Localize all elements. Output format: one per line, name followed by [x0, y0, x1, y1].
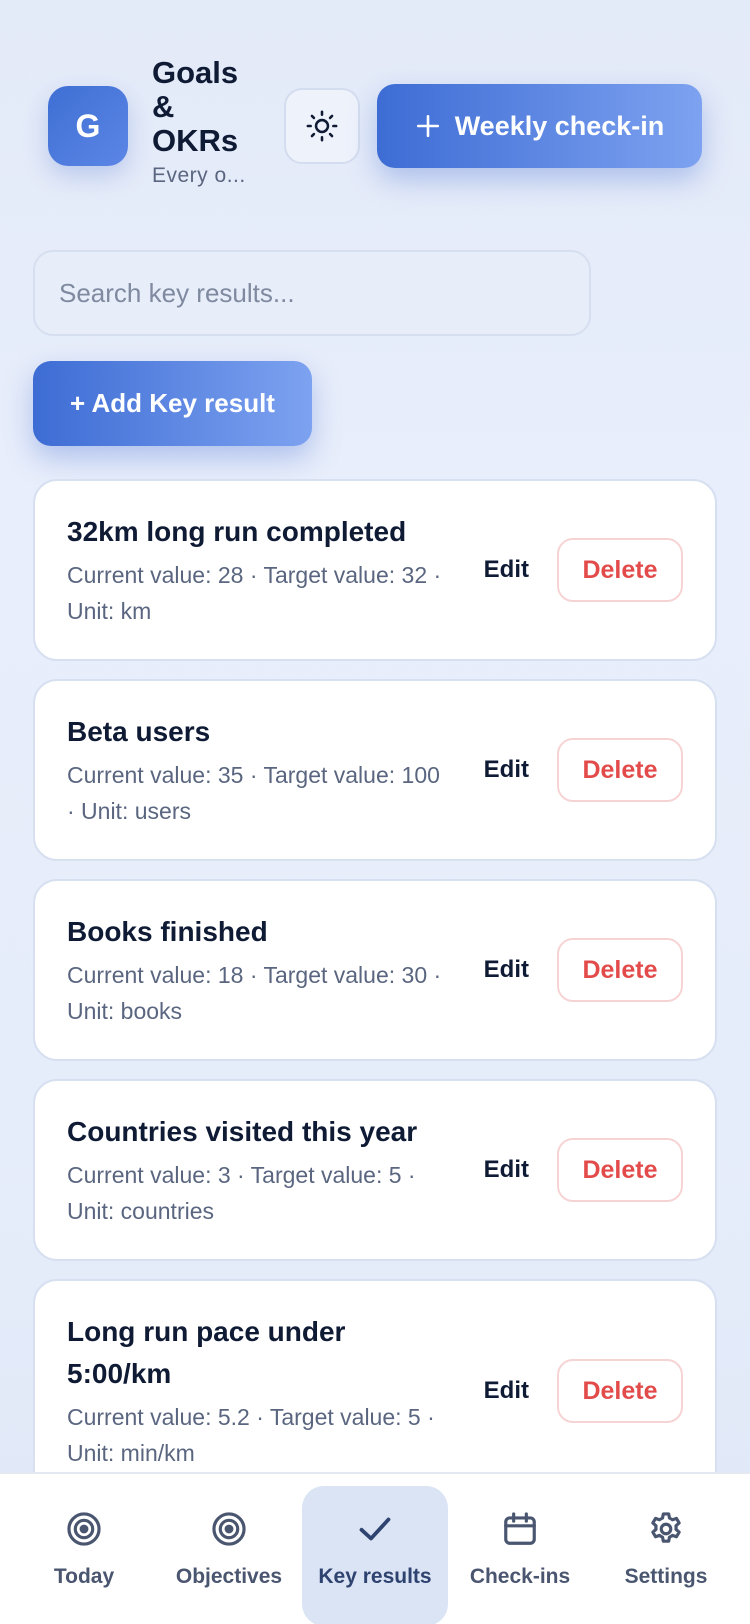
tab-label: Today — [53, 1565, 115, 1588]
app-header: G Goals & OKRs Every o... Weekly check-i… — [0, 0, 750, 230]
gear-icon — [651, 1512, 681, 1543]
key-result-title: Long run pace under 5:00/km — [67, 1316, 346, 1389]
tab-label: Check-ins — [469, 1565, 571, 1588]
plus-icon — [416, 114, 439, 138]
key-result-card: 32km long run completed Current value: 2… — [33, 479, 717, 661]
edit-button[interactable]: Edit — [484, 956, 529, 984]
key-result-meta: Current value: 28 · Target value: 32 · U… — [67, 562, 442, 624]
delete-button[interactable]: Delete — [557, 738, 683, 802]
tab-key-results[interactable]: Key results — [302, 1486, 448, 1624]
key-result-title: Beta users — [67, 716, 211, 747]
edit-button[interactable]: Edit — [484, 1156, 529, 1184]
delete-button[interactable]: Delete — [557, 1359, 683, 1423]
key-result-text: 32km long run completed Current value: 2… — [67, 511, 447, 629]
edit-button[interactable]: Edit — [484, 756, 529, 784]
key-result-card: Books finished Current value: 18 · Targe… — [33, 879, 717, 1061]
key-result-title: 32km long run completed — [67, 516, 407, 547]
tab-today[interactable]: Today — [11, 1486, 157, 1624]
edit-button[interactable]: Edit — [484, 556, 529, 584]
key-result-text: Books finished Current value: 18 · Targe… — [67, 911, 447, 1029]
key-result-meta: Current value: 35 · Target value: 100 · … — [67, 762, 440, 824]
key-result-title: Countries visited this year — [67, 1116, 418, 1147]
key-result-text: Countries visited this year Current valu… — [67, 1111, 447, 1229]
tab-label: Objectives — [175, 1565, 283, 1588]
delete-button[interactable]: Delete — [557, 938, 683, 1002]
key-result-meta: Current value: 5.2 · Target value: 5 · U… — [67, 1404, 435, 1466]
theme-toggle-button[interactable] — [284, 88, 360, 164]
key-result-title: Books finished — [67, 916, 268, 947]
sun-icon — [306, 110, 338, 142]
weekly-checkin-button[interactable]: Weekly check-in — [377, 84, 702, 168]
search-input[interactable] — [33, 250, 591, 336]
tab-label: Settings — [624, 1565, 708, 1588]
key-results-list: 32km long run completed Current value: 2… — [33, 479, 717, 1599]
key-result-text: Long run pace under 5:00/km Current valu… — [67, 1311, 447, 1471]
target-icon — [212, 1512, 246, 1546]
title-block: Goals & OKRs Every o... — [152, 56, 262, 188]
tab-label: Key results — [318, 1565, 432, 1588]
key-result-card: Beta users Current value: 35 · Target va… — [33, 679, 717, 861]
tab-check-ins[interactable]: Check-ins — [447, 1486, 593, 1624]
key-result-card: Long run pace under 5:00/km Current valu… — [33, 1279, 717, 1503]
app-avatar[interactable]: G — [48, 86, 128, 166]
bottom-tab-bar: Today Objectives Key results Check-ins S… — [0, 1472, 750, 1624]
key-result-meta: Current value: 3 · Target value: 5 · Uni… — [67, 1162, 416, 1224]
key-result-meta: Current value: 18 · Target value: 30 · U… — [67, 962, 442, 1024]
add-key-result-button[interactable]: + Add Key result — [33, 361, 312, 446]
key-result-text: Beta users Current value: 35 · Target va… — [67, 711, 447, 829]
check-icon — [359, 1517, 391, 1541]
tab-settings[interactable]: Settings — [593, 1486, 739, 1624]
key-result-card: Countries visited this year Current valu… — [33, 1079, 717, 1261]
target-icon — [67, 1512, 101, 1546]
weekly-checkin-label: Weekly check-in — [454, 110, 665, 141]
app-title: Goals & OKRs — [152, 55, 239, 158]
app-subtitle: Every o... — [152, 164, 246, 187]
delete-button[interactable]: Delete — [557, 538, 683, 602]
delete-button[interactable]: Delete — [557, 1138, 683, 1202]
calendar-icon — [504, 1512, 536, 1545]
tab-objectives[interactable]: Objectives — [156, 1486, 302, 1624]
edit-button[interactable]: Edit — [484, 1377, 529, 1405]
